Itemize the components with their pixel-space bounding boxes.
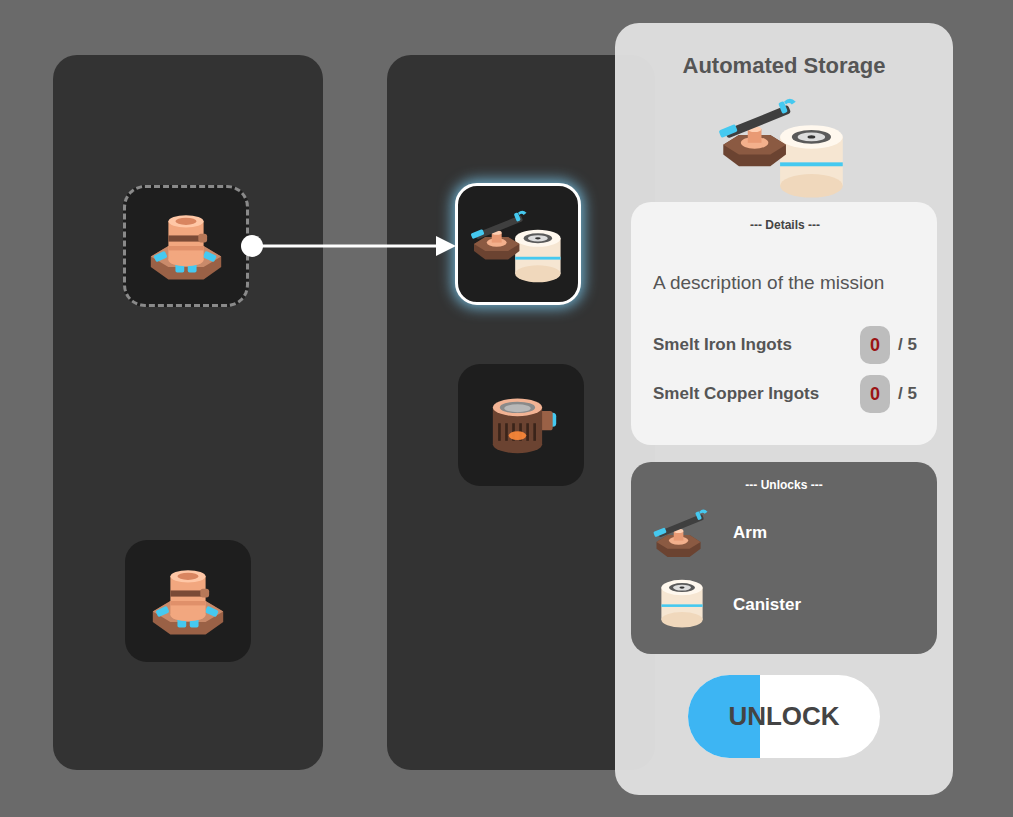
tree-node[interactable] bbox=[125, 540, 251, 662]
automated-storage-icon bbox=[468, 200, 568, 288]
tech-tree-screen: Automated Storage --- Details --- A descri… bbox=[0, 0, 1013, 817]
panel-title: Automated Storage bbox=[683, 53, 886, 79]
connector-arrow-icon bbox=[240, 234, 458, 258]
details-card: --- Details --- A description of the miss… bbox=[631, 202, 937, 445]
objective-count: 0 bbox=[860, 375, 890, 413]
detail-panel: Automated Storage --- Details --- A descri… bbox=[615, 23, 953, 795]
canister-icon bbox=[653, 576, 711, 634]
objective-label: Smelt Copper Ingots bbox=[653, 384, 852, 404]
unlock-list: Arm Canister bbox=[651, 502, 917, 636]
unlock-item-figure bbox=[651, 502, 713, 564]
objective-total: / 5 bbox=[898, 384, 917, 404]
unlock-button-label: UNLOCK bbox=[728, 701, 839, 731]
unlock-item-figure bbox=[651, 574, 713, 636]
unlock-item: Canister bbox=[651, 574, 917, 636]
unlocks-heading: --- Unlocks --- bbox=[651, 478, 917, 492]
objective-count: 0 bbox=[860, 326, 890, 364]
unlock-label: Canister bbox=[733, 595, 801, 615]
tree-column bbox=[53, 55, 323, 770]
furnace-icon bbox=[477, 381, 565, 469]
unlock-button[interactable]: UNLOCK bbox=[688, 675, 880, 758]
tree-node[interactable] bbox=[455, 183, 581, 305]
unlock-label: Arm bbox=[733, 523, 767, 543]
smelter-icon bbox=[144, 557, 232, 645]
arm-icon bbox=[651, 502, 713, 564]
objective-label: Smelt Iron Ingots bbox=[653, 335, 852, 355]
objective-total: / 5 bbox=[898, 335, 917, 355]
mission-description: A description of the mission bbox=[653, 272, 917, 294]
objective-row: Smelt Copper Ingots 0 / 5 bbox=[653, 375, 917, 413]
objective-row: Smelt Iron Ingots 0 / 5 bbox=[653, 326, 917, 364]
unlocks-card: --- Unlocks --- Arm Canister bbox=[631, 462, 937, 654]
unlock-item: Arm bbox=[651, 502, 917, 564]
tree-node[interactable] bbox=[123, 185, 249, 307]
objective-list: Smelt Iron Ingots0/ 5Smelt Copper Ingots… bbox=[653, 326, 917, 413]
details-heading: --- Details --- bbox=[653, 218, 917, 232]
automated-storage-icon bbox=[715, 84, 853, 205]
panel-hero bbox=[714, 83, 854, 207]
smelter-icon bbox=[142, 202, 230, 290]
tree-node[interactable] bbox=[458, 364, 584, 486]
